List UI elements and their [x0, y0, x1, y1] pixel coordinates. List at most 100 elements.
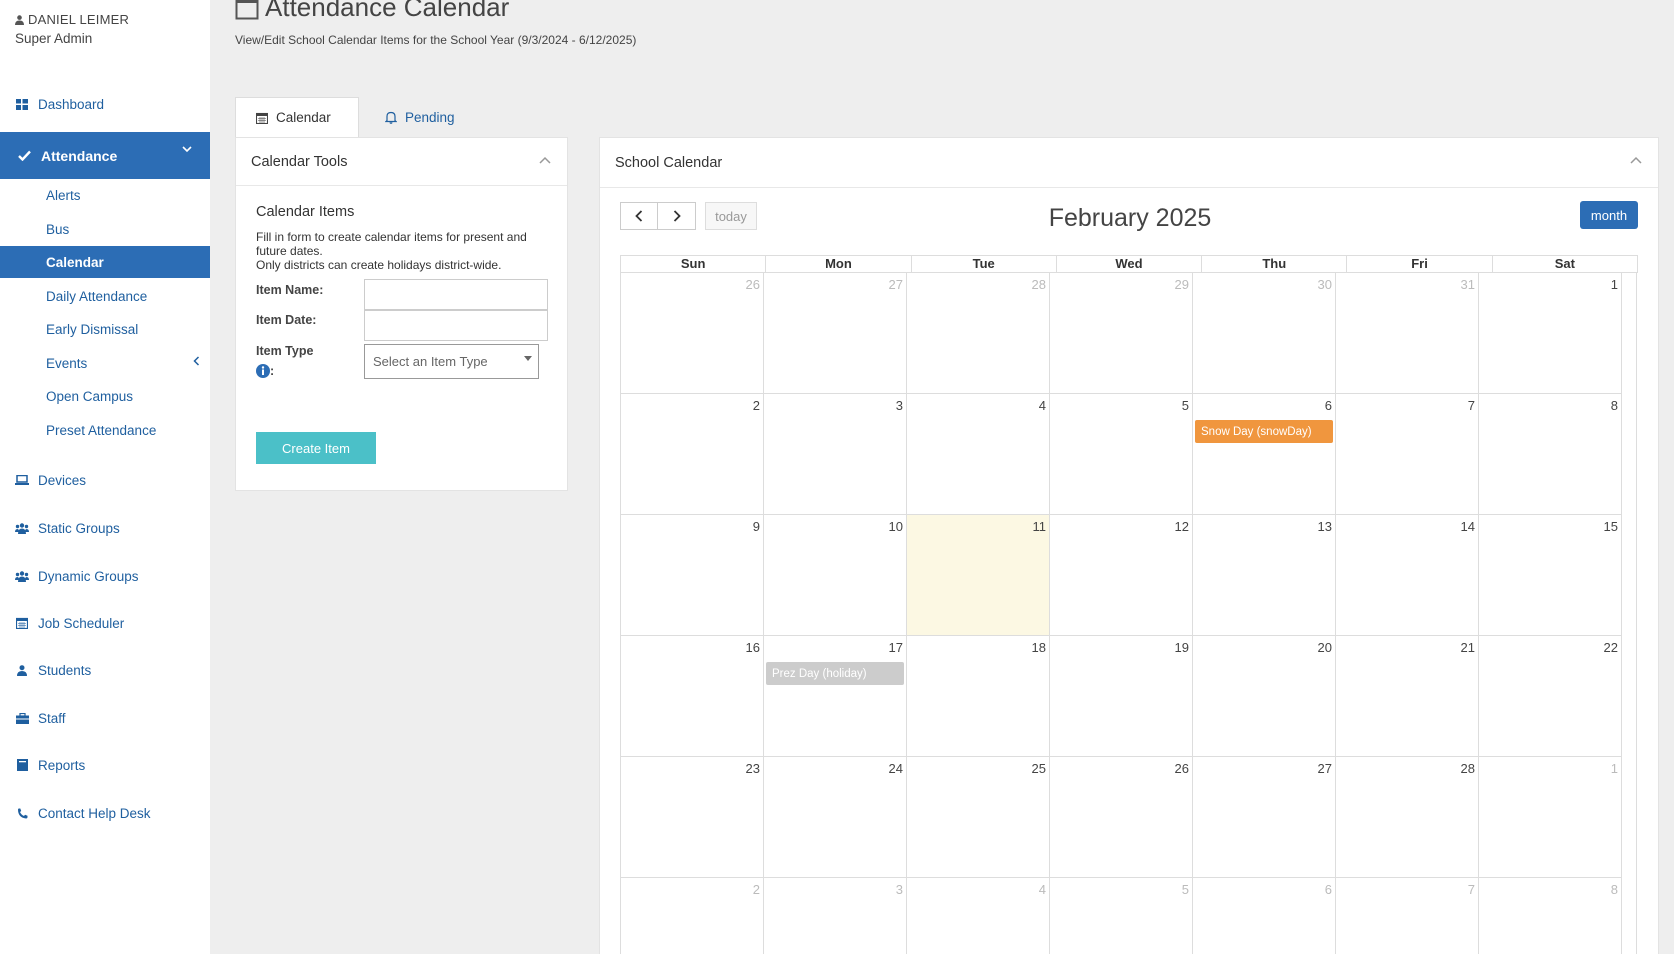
sidebar-item-label: Job Scheduler	[38, 615, 125, 631]
day-number: 16	[745, 640, 760, 655]
reports-icon	[15, 758, 29, 772]
check-icon	[18, 150, 31, 161]
item-type-select[interactable]: Select an Item Type	[364, 344, 539, 379]
sidebar-item-label: Dashboard	[38, 96, 105, 112]
calendar-day-cell[interactable]: 6	[1193, 878, 1336, 954]
day-number: 28	[1031, 277, 1046, 292]
info-icon[interactable]	[256, 364, 270, 378]
sidebar-item-preset-attendance[interactable]: Preset Attendance	[0, 414, 210, 446]
calendar-day-cell[interactable]: 17 Prez Day (holiday)	[764, 636, 907, 757]
calendar-day-cell[interactable]: 28	[1336, 757, 1479, 878]
calendar-day-cell[interactable]: 18	[907, 636, 1050, 757]
calendar-day-cell[interactable]: 4	[907, 878, 1050, 954]
calendar-day-cell[interactable]: 27	[764, 273, 907, 394]
sidebar-item-label: Static Groups	[38, 520, 120, 536]
page-subtitle: View/Edit School Calendar Items for the …	[235, 33, 637, 47]
tab-pending[interactable]: Pending	[365, 97, 485, 137]
create-item-button[interactable]: Create Item	[256, 432, 376, 464]
calendar-day-cell[interactable]: 1	[1479, 273, 1622, 394]
sidebar-item-students[interactable]: Students	[0, 658, 210, 682]
calendar-day-cell[interactable]: 29	[1050, 273, 1193, 394]
item-date-input[interactable]	[364, 310, 548, 341]
sidebar-item-label: Devices	[38, 472, 87, 488]
sidebar-item-events[interactable]: Events	[0, 347, 210, 379]
calendar-day-cell[interactable]: 5	[1050, 878, 1193, 954]
sidebar-item-label: Reports	[38, 757, 86, 773]
calendar-icon	[15, 616, 29, 630]
sidebar-item-staff[interactable]: Staff	[0, 706, 210, 730]
sidebar-item-job-scheduler[interactable]: Job Scheduler	[0, 611, 210, 635]
calendar-day-cell[interactable]: 5	[1050, 394, 1193, 515]
calendar-day-cell[interactable]: 10	[764, 515, 907, 636]
day-number: 20	[1317, 640, 1332, 655]
sidebar-item-alerts[interactable]: Alerts	[0, 179, 210, 211]
calendar-event[interactable]: Snow Day (snowDay)	[1195, 420, 1333, 443]
calendar-day-cell[interactable]: 2	[621, 394, 764, 515]
calendar-day-cell[interactable]: 21	[1336, 636, 1479, 757]
sidebar-item-dashboard[interactable]: Dashboard	[0, 92, 104, 116]
calendar-day-cell[interactable]: 3	[764, 878, 907, 954]
sidebar-item-attendance[interactable]: Attendance	[0, 132, 210, 179]
item-name-input[interactable]	[364, 279, 548, 310]
calendar-day-cell[interactable]: 19	[1050, 636, 1193, 757]
panel-title: School Calendar	[615, 154, 723, 171]
sidebar-item-early-dismissal[interactable]: Early Dismissal	[0, 313, 210, 345]
sidebar-item-reports[interactable]: Reports	[0, 753, 210, 777]
calendar-day-cell[interactable]: 12	[1050, 515, 1193, 636]
calendar-day-cell[interactable]: 16	[621, 636, 764, 757]
day-number: 2	[752, 398, 760, 413]
sidebar-item-daily-attendance[interactable]: Daily Attendance	[0, 280, 210, 312]
calendar-event[interactable]: Prez Day (holiday)	[766, 662, 904, 685]
month-view-button[interactable]: month	[1580, 201, 1638, 229]
day-number: 27	[1317, 761, 1332, 776]
sidebar-item-open-campus[interactable]: Open Campus	[0, 380, 210, 412]
chevron-up-icon[interactable]	[539, 156, 551, 164]
calendar-day-cell[interactable]: 1	[1479, 757, 1622, 878]
calendar-day-cell[interactable]: 30	[1193, 273, 1336, 394]
calendar-day-cell[interactable]: 11	[907, 515, 1050, 636]
calendar-tools-panel: Calendar Tools Calendar Items Fill in fo…	[235, 137, 568, 491]
day-number: 3	[895, 882, 903, 897]
day-number: 24	[888, 761, 903, 776]
calendar-day-cell[interactable]: 20	[1193, 636, 1336, 757]
calendar-day-cell[interactable]: 7	[1336, 878, 1479, 954]
calendar-day-cell[interactable]: 28	[907, 273, 1050, 394]
calendar-day-cell[interactable]: 8	[1479, 394, 1622, 515]
calendar-day-cell[interactable]: 25	[907, 757, 1050, 878]
day-number: 7	[1467, 398, 1475, 413]
calendar-day-cell[interactable]: 31	[1336, 273, 1479, 394]
calendar-day-cell[interactable]: 7	[1336, 394, 1479, 515]
sidebar-item-dynamic-groups[interactable]: Dynamic Groups	[0, 564, 210, 588]
calendar-day-cell[interactable]: 8	[1479, 878, 1622, 954]
item-type-label: Item Type	[256, 344, 314, 358]
sidebar-item-bus[interactable]: Bus	[0, 213, 210, 245]
calendar-day-cell[interactable]: 26	[1050, 757, 1193, 878]
users-icon	[15, 569, 29, 583]
calendar-day-cell[interactable]: 6 Snow Day (snowDay)	[1193, 394, 1336, 515]
calendar-day-cell[interactable]: 4	[907, 394, 1050, 515]
sidebar-item-contact-help-desk[interactable]: Contact Help Desk	[0, 801, 210, 825]
day-number: 4	[1038, 882, 1046, 897]
dow-sat: Sat	[1554, 256, 1575, 271]
calendar-day-cell[interactable]: 13	[1193, 515, 1336, 636]
day-number: 18	[1031, 640, 1046, 655]
calendar-day-cell[interactable]: 2	[621, 878, 764, 954]
chevron-up-icon[interactable]	[1630, 156, 1642, 164]
sidebar-item-label: Dynamic Groups	[38, 568, 139, 584]
calendar-week: 2 3 4 5 6 Snow Day (snowDay) 7 8	[620, 394, 1638, 515]
calendar-day-cell[interactable]: 24	[764, 757, 907, 878]
calendar-day-cell[interactable]: 23	[621, 757, 764, 878]
calendar-day-cell[interactable]: 3	[764, 394, 907, 515]
tab-calendar[interactable]: Calendar	[235, 97, 359, 137]
day-number: 26	[1174, 761, 1189, 776]
calendar-day-cell[interactable]: 15	[1479, 515, 1622, 636]
calendar-day-cell[interactable]: 26	[621, 273, 764, 394]
calendar-week: 16 17 Prez Day (holiday) 18 19 20 21 22	[620, 636, 1638, 757]
calendar-day-cell[interactable]: 22	[1479, 636, 1622, 757]
sidebar-item-static-groups[interactable]: Static Groups	[0, 516, 210, 540]
calendar-day-cell[interactable]: 27	[1193, 757, 1336, 878]
sidebar-item-calendar[interactable]: Calendar	[0, 246, 210, 278]
sidebar-item-devices[interactable]: Devices	[0, 468, 210, 492]
calendar-day-cell[interactable]: 9	[621, 515, 764, 636]
calendar-day-cell[interactable]: 14	[1336, 515, 1479, 636]
